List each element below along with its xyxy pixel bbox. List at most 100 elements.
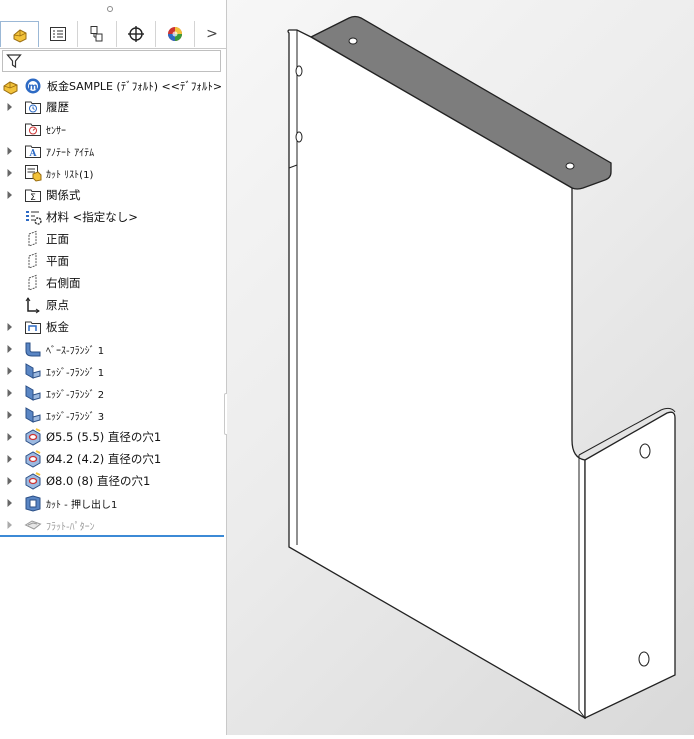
- expand-arrow-icon[interactable]: [6, 498, 14, 508]
- tab-featuremanager[interactable]: [0, 21, 39, 47]
- target-icon: [128, 26, 144, 42]
- plane-icon: [28, 274, 37, 291]
- graphics-viewport[interactable]: [227, 0, 694, 735]
- tree-item-label: ｴｯｼﾞ-ﾌﾗﾝｼﾞ 1: [46, 367, 105, 379]
- expand-arrow-icon[interactable]: [6, 432, 14, 442]
- material-icon: [26, 211, 42, 225]
- svg-text:m: m: [28, 83, 37, 93]
- annotation-icon: A: [25, 145, 41, 159]
- tree-item-material[interactable]: 材料 <指定なし>: [0, 206, 226, 228]
- tree-item-label: ﾌﾗｯﾄ-ﾊﾟﾀｰﾝ: [46, 521, 95, 533]
- tree-item-cut-extrude-1[interactable]: ｶｯﾄ - 押し出し1: [0, 492, 226, 514]
- tree-item-hole-5-5[interactable]: Ø5.5 (5.5) 直径の穴1: [0, 426, 226, 448]
- tree-item-label: Ø8.0 (8) 直径の穴1: [46, 474, 151, 488]
- tree-root-part[interactable]: m 板金SAMPLE (ﾃﾞﾌｫﾙﾄ) <<ﾃﾞﾌｫﾙﾄ>: [0, 75, 226, 97]
- equation-icon: Σ: [25, 189, 41, 203]
- tree-item-cutlist[interactable]: ｶｯﾄ ﾘｽﾄ(1): [0, 162, 226, 184]
- model-gear-icon: m: [25, 78, 41, 94]
- expand-arrow-icon[interactable]: [6, 410, 14, 420]
- expand-arrow-icon[interactable]: [6, 344, 14, 354]
- tree-item-label: ｶｯﾄ - 押し出し1: [46, 499, 118, 511]
- part-icon: [3, 81, 18, 95]
- expand-arrow-icon[interactable]: [6, 454, 14, 464]
- side-hole[interactable]: [295, 65, 303, 77]
- origin-icon: [25, 297, 40, 314]
- tree-item-label: ｶｯﾄ ﾘｽﾄ(1): [46, 169, 94, 181]
- tree-item-label: 板金: [46, 320, 69, 334]
- configuration-icon: [90, 26, 103, 42]
- tree-item-equations[interactable]: Σ 関係式: [0, 184, 226, 206]
- tree-item-hole-8-0[interactable]: Ø8.0 (8) 直径の穴1: [0, 470, 226, 492]
- panel-grip-handle[interactable]: [107, 6, 113, 12]
- plane-icon: [28, 230, 37, 247]
- lower-flange-hole[interactable]: [639, 443, 651, 459]
- expand-arrow-icon[interactable]: [6, 520, 14, 530]
- manager-tabs: >: [0, 21, 226, 49]
- display-sphere-icon: [168, 27, 182, 41]
- history-icon: [25, 101, 41, 114]
- tree-item-label: 右側面: [46, 276, 81, 290]
- tree-item-top-plane[interactable]: 平面: [0, 250, 226, 272]
- base-flange-icon: [25, 342, 41, 357]
- side-hole[interactable]: [295, 131, 303, 143]
- edge-flange-icon: [25, 385, 41, 401]
- top-flange-hole[interactable]: [348, 37, 358, 45]
- tree-item-label: 平面: [46, 254, 69, 268]
- expand-arrow-icon[interactable]: [6, 366, 14, 376]
- tree-item-right-plane[interactable]: 右側面: [0, 272, 226, 294]
- featuremanager-icon: [13, 28, 26, 43]
- expand-arrow-icon[interactable]: [6, 146, 14, 156]
- tree-item-label: 履歴: [46, 100, 69, 114]
- tab-configurationmanager[interactable]: [78, 21, 117, 47]
- tree-item-label: 材料 <指定なし>: [46, 210, 138, 224]
- filter-icon[interactable]: [6, 53, 22, 69]
- expand-arrow-icon[interactable]: [6, 190, 14, 200]
- tree-item-front-plane[interactable]: 正面: [0, 228, 226, 250]
- propertymanager-icon: [50, 27, 66, 41]
- svg-text:A: A: [29, 149, 38, 159]
- tree-item-label: ｴｯｼﾞ-ﾌﾗﾝｼﾞ 2: [46, 389, 105, 401]
- expand-arrow-icon[interactable]: [6, 102, 14, 112]
- hole-icon: [25, 428, 41, 446]
- hole-icon: [25, 450, 41, 468]
- lower-flange-face[interactable]: [584, 411, 676, 720]
- tree-item-label: ｴｯｼﾞ-ﾌﾗﾝｼﾞ 3: [46, 411, 105, 423]
- tree-end-marker: [0, 535, 224, 537]
- sheet-metal-part-model[interactable]: [227, 0, 694, 735]
- tree-item-sensor[interactable]: ｾﾝｻｰ: [0, 118, 226, 140]
- expand-arrow-icon[interactable]: [6, 388, 14, 398]
- tree-item-label: 原点: [46, 298, 69, 312]
- svg-text:Σ: Σ: [30, 193, 36, 203]
- tree-item-label: Ø4.2 (4.2) 直径の穴1: [46, 452, 162, 466]
- top-flange-hole[interactable]: [565, 162, 575, 170]
- tree-item-annotations[interactable]: A ｱﾉﾃｰﾄ ｱｲﾃﾑ: [0, 140, 226, 162]
- tree-item-sheetmetal[interactable]: 板金: [0, 316, 226, 338]
- cut-extrude-icon: [25, 495, 41, 512]
- edge-flange-icon: [25, 363, 41, 379]
- tree-item-label: Ø5.5 (5.5) 直径の穴1: [46, 430, 162, 444]
- tree-item-label: ﾍﾞｰｽ-ﾌﾗﾝｼﾞ 1: [46, 345, 105, 357]
- expand-arrow-icon[interactable]: [6, 168, 14, 178]
- tree-filter-field[interactable]: [2, 50, 221, 72]
- sheetmetal-icon: [25, 321, 41, 334]
- tab-propertymanager[interactable]: [39, 21, 78, 47]
- expand-arrow-icon[interactable]: [6, 322, 14, 332]
- tab-dimxpert[interactable]: [117, 21, 156, 47]
- tree-item-edge-flange-1[interactable]: ｴｯｼﾞ-ﾌﾗﾝｼﾞ 1: [0, 360, 226, 382]
- tree-item-history[interactable]: 履歴: [0, 96, 226, 118]
- tree-item-label: ｱﾉﾃｰﾄ ｱｲﾃﾑ: [46, 147, 95, 159]
- tabs-more-button[interactable]: >: [200, 21, 224, 47]
- tab-display[interactable]: [156, 21, 195, 47]
- tree-item-edge-flange-3[interactable]: ｴｯｼﾞ-ﾌﾗﾝｼﾞ 3: [0, 404, 226, 426]
- edge-flange-icon: [25, 407, 41, 423]
- lower-flange-hole[interactable]: [638, 651, 650, 667]
- tree-item-flat-pattern[interactable]: ﾌﾗｯﾄ-ﾊﾟﾀｰﾝ: [0, 514, 226, 536]
- cutlist-icon: [25, 165, 42, 182]
- expand-arrow-icon[interactable]: [6, 476, 14, 486]
- tree-item-origin[interactable]: 原点: [0, 294, 226, 316]
- tree-item-base-flange-1[interactable]: ﾍﾞｰｽ-ﾌﾗﾝｼﾞ 1: [0, 338, 226, 360]
- tree-item-hole-4-2[interactable]: Ø4.2 (4.2) 直径の穴1: [0, 448, 226, 470]
- hole-icon: [25, 472, 41, 490]
- tree-item-label: ｾﾝｻｰ: [46, 125, 66, 137]
- tree-item-edge-flange-2[interactable]: ｴｯｼﾞ-ﾌﾗﾝｼﾞ 2: [0, 382, 226, 404]
